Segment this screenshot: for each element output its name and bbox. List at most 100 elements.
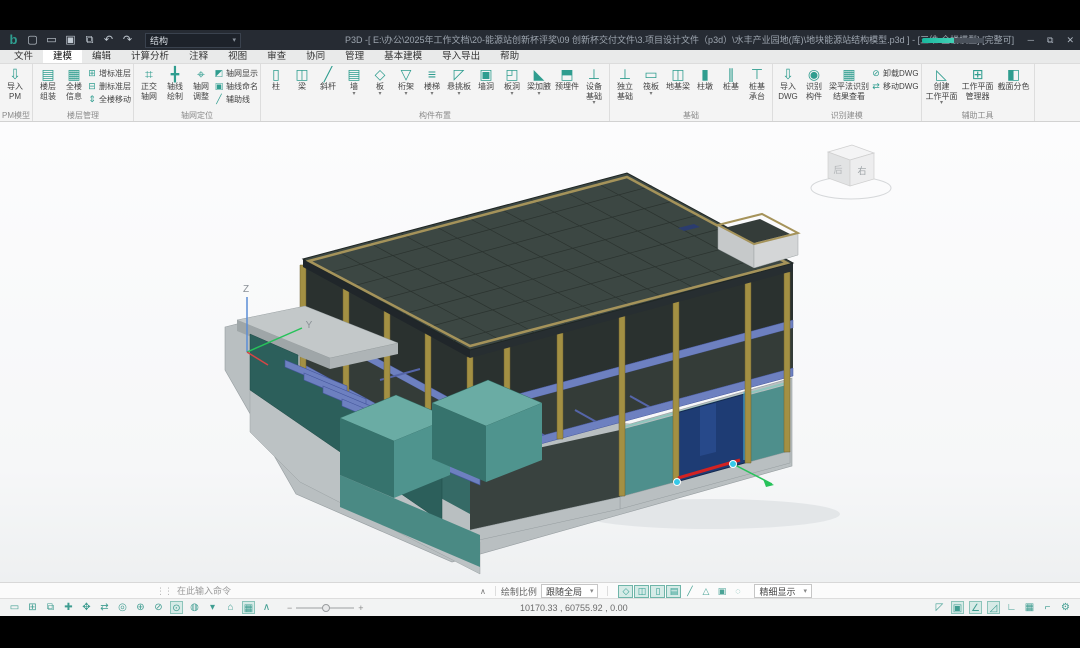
wall-opening[interactable]: ▣墙洞 (473, 65, 499, 93)
delete-standard-floor[interactable]: ⊟删标准层 (87, 80, 131, 93)
orbit-icon[interactable]: ⊕ (134, 601, 147, 614)
raft-slab[interactable]: ▭筏板▾ (638, 65, 664, 98)
tab-view[interactable]: 视图 (218, 50, 257, 63)
workset-combo[interactable]: 结构 ▾ (145, 33, 241, 48)
orbit-free-icon[interactable]: ⊘ (152, 601, 165, 614)
axis-snap-icon[interactable]: ∟ (1005, 601, 1018, 614)
grid-view-icon[interactable]: ⊞ (26, 601, 39, 614)
tab-edit[interactable]: 编辑 (82, 50, 121, 63)
import-dwg[interactable]: ⇩导入 DWG (775, 65, 801, 102)
floor-assembly[interactable]: ▤楼层 组装 (35, 65, 61, 102)
command-bar-grip[interactable]: ⋮⋮ (156, 586, 172, 597)
model-viewport[interactable]: Z Y 后 右 (0, 122, 1080, 583)
grid-adjust[interactable]: ⌖轴网 调整 (188, 65, 214, 102)
ruler-icon[interactable]: ⌐ (1041, 601, 1054, 614)
independent-foundation[interactable]: ⊥独立 基础 (612, 65, 638, 102)
wall[interactable]: ▤墙▾ (341, 65, 367, 98)
slab[interactable]: ◇板▾ (367, 65, 393, 98)
snap-cursor-icon[interactable]: ◸ (933, 601, 946, 614)
grip-handle[interactable] (674, 479, 681, 486)
zoom-out-icon[interactable]: − (287, 603, 292, 613)
zoom-icon[interactable]: ◎ (116, 601, 129, 614)
section-color-coding[interactable]: ◧截面分色 (996, 65, 1032, 93)
model-3d-view[interactable]: Z Y 后 右 (0, 122, 1080, 583)
orbit-constrained-icon[interactable]: ⊙ (170, 601, 183, 614)
recognize-members[interactable]: ◉识别 构件 (801, 65, 827, 102)
show-stair-toggle[interactable]: ▣ (714, 585, 729, 598)
slab-opening[interactable]: ◰板洞▾ (499, 65, 525, 98)
stair[interactable]: ≡楼梯▾ (419, 65, 445, 98)
work-plane-manager[interactable]: ⊞工作平面 管理器 (960, 65, 996, 102)
foundation-beam[interactable]: ◫地基梁 (664, 65, 692, 93)
grip-handle[interactable] (730, 461, 737, 468)
swap-view-icon[interactable]: ⇄ (98, 601, 111, 614)
column-pier[interactable]: ▮柱墩 (692, 65, 718, 93)
equipment-foundation[interactable]: ⊥设备 基础▾ (581, 65, 607, 107)
open-file-icon[interactable]: ▭ (45, 30, 58, 50)
tab-import-export[interactable]: 导入导出 (432, 50, 490, 63)
truss[interactable]: ▽桁架▾ (393, 65, 419, 98)
show-column-toggle[interactable]: ▯ (650, 585, 665, 598)
show-foundation-toggle[interactable]: ◌ (730, 585, 745, 598)
column[interactable]: ▯柱 (263, 65, 289, 93)
command-input[interactable] (172, 586, 476, 596)
settings-gear-icon[interactable]: ⚙ (1059, 601, 1072, 614)
close-button[interactable]: ✕ (1066, 30, 1074, 50)
create-work-plane[interactable]: ◺创建 工作平面▾ (924, 65, 960, 107)
zoom-in-icon[interactable]: + (358, 603, 363, 613)
import-pm[interactable]: ⇩导入 PM (2, 65, 28, 102)
grid-snap-icon[interactable]: ▦ (1023, 601, 1036, 614)
minimize-button[interactable]: ─ (1028, 30, 1034, 50)
table-view-icon[interactable]: ▦ (242, 601, 255, 614)
pile-cap[interactable]: ⊤桩基 承台 (744, 65, 770, 102)
restore-button[interactable]: ⧉ (1047, 30, 1053, 50)
polar-snap-icon[interactable]: ◿ (987, 601, 1000, 614)
tab-collaboration[interactable]: 协同 (296, 50, 335, 63)
new-file-icon[interactable]: ▢ (26, 30, 39, 50)
axis-naming[interactable]: ▣轴线命名 (214, 80, 258, 93)
tab-review[interactable]: 审查 (257, 50, 296, 63)
command-history-collapse-icon[interactable]: ∧ (476, 587, 490, 596)
tab-management[interactable]: 管理 (335, 50, 374, 63)
grid-display[interactable]: ◩轴网显示 (214, 67, 258, 80)
beam[interactable]: ◫梁 (289, 65, 315, 93)
orthogonal-grid[interactable]: ⌗正交 轴网 (136, 65, 162, 102)
show-opening-toggle[interactable]: △ (698, 585, 713, 598)
show-brace-toggle[interactable]: ╱ (682, 585, 697, 598)
view-dropdown-icon[interactable]: ▾ (206, 601, 219, 614)
tab-basic-modeling[interactable]: 基本建模 (374, 50, 432, 63)
tab-file[interactable]: 文件 (4, 50, 43, 63)
new-view-icon[interactable]: ▭ (8, 601, 21, 614)
detail-display-select[interactable]: 精细显示 ▾ (754, 584, 812, 598)
zoom-slider[interactable]: − + (287, 603, 364, 613)
move-whole-building[interactable]: ⇕全楼移动 (87, 93, 131, 106)
tab-analysis[interactable]: 计算分析 (121, 50, 179, 63)
app-logo[interactable]: b (7, 30, 20, 50)
save-as-icon[interactable]: ⧉ (83, 30, 96, 50)
redo-icon[interactable]: ↷ (121, 30, 134, 50)
show-beam-toggle[interactable]: ◫ (634, 585, 649, 598)
brace[interactable]: ╱斜杆 (315, 65, 341, 93)
embedded-part[interactable]: ⬒预埋件 (553, 65, 581, 93)
cantilever-slab[interactable]: ◸悬挑板▾ (445, 65, 473, 98)
pile[interactable]: ∥桩基 (718, 65, 744, 93)
save-icon[interactable]: ▣ (64, 30, 77, 50)
zoom-slider-thumb[interactable] (322, 604, 330, 612)
move-icon[interactable]: ✚ (62, 601, 75, 614)
unload-dwg[interactable]: ⊘卸载DWG (871, 67, 919, 80)
angle-snap-icon[interactable]: ∠ (969, 601, 982, 614)
tab-annotation[interactable]: 注释 (179, 50, 218, 63)
pan-icon[interactable]: ✥ (80, 601, 93, 614)
auxiliary-line[interactable]: ╱辅助线 (214, 93, 258, 106)
ortho-snap-icon[interactable]: ▣ (951, 601, 964, 614)
building-info[interactable]: ▦全楼 信息 (61, 65, 87, 102)
beam-haunch[interactable]: ◣梁加腋▾ (525, 65, 553, 98)
show-slab-toggle[interactable]: ◇ (618, 585, 633, 598)
show-wall-toggle[interactable]: ▤ (666, 585, 681, 598)
tab-modeling[interactable]: 建模 (43, 50, 82, 63)
perspective-icon[interactable]: ⌂ (224, 601, 237, 614)
beam-annotation-result-view[interactable]: ▦梁平法识别 结果查看 (827, 65, 871, 102)
view-cube[interactable]: 后 右 (811, 145, 891, 199)
windows-icon[interactable]: ⧉ (44, 601, 57, 614)
add-standard-floor[interactable]: ⊞增标准层 (87, 67, 131, 80)
